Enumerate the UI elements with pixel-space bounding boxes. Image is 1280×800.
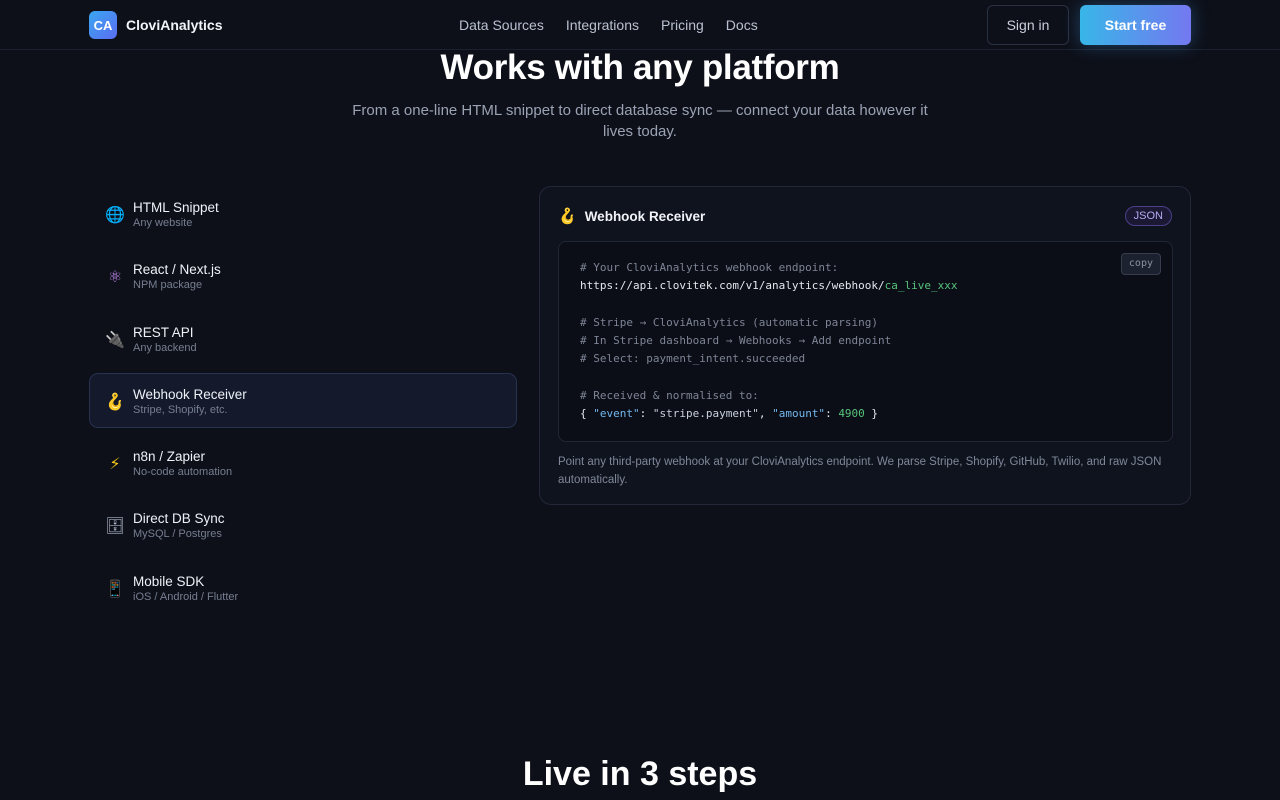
source-title: Webhook Receiver	[133, 386, 247, 402]
code-string: "stripe.payment"	[652, 407, 759, 420]
source-item-direct-db-sync[interactable]: 🗄 Direct DB Sync MySQL / Postgres	[89, 497, 517, 552]
nav-integrations[interactable]: Integrations	[566, 17, 639, 33]
main-nav: Data Sources Integrations Pricing Docs	[459, 17, 758, 33]
hook-icon: 🪝	[105, 391, 125, 411]
plug-icon: 🔌	[105, 329, 125, 349]
nav-docs[interactable]: Docs	[726, 17, 758, 33]
next-section-title: Live in 3 steps	[522, 755, 758, 793]
source-subtitle: iOS / Android / Flutter	[133, 590, 239, 603]
detail-title: Webhook Receiver	[584, 208, 706, 224]
code-token: :	[825, 407, 839, 420]
react-icon: ⚛	[107, 267, 123, 287]
source-title: REST API	[133, 324, 194, 340]
code-line: # Select: payment_intent.succeeded	[580, 352, 806, 365]
code-key: "amount"	[772, 407, 826, 420]
source-subtitle: Stripe, Shopify, etc.	[133, 403, 228, 416]
source-title: Direct DB Sync	[133, 511, 225, 527]
code-line: # Your CloviAnalytics webhook endpoint:	[580, 261, 839, 274]
code-token: {	[580, 407, 594, 420]
mobile-icon: 📱	[105, 578, 125, 598]
nav-pricing[interactable]: Pricing	[661, 17, 704, 33]
source-subtitle: Any backend	[133, 341, 197, 354]
code-line: # Received & normalised to:	[580, 389, 759, 402]
source-subtitle: Any website	[133, 217, 193, 229]
start-free-button[interactable]: Start free	[1080, 5, 1191, 45]
source-item-html-snippet[interactable]: 🌐 HTML Snippet Any website	[89, 186, 517, 241]
code-token: :	[639, 407, 653, 420]
brand-name: CloviAnalytics	[126, 17, 223, 33]
format-badge: JSON	[1124, 206, 1172, 226]
detail-header: 🪝 Webhook Receiver	[558, 207, 705, 225]
code-line: { "event": "stripe.payment", "amount": 4…	[580, 407, 878, 420]
logo-icon: CA	[89, 11, 117, 39]
source-title: React / Next.js	[133, 262, 221, 278]
code-key: "event"	[593, 407, 640, 420]
integration-detail-card: 🪝 Webhook Receiver JSON copy # Your Clov…	[539, 186, 1191, 505]
section-title: Works with any platform	[440, 48, 840, 87]
source-subtitle: NPM package	[133, 279, 203, 292]
source-item-react-nextjs[interactable]: ⚛ React / Next.js NPM package	[89, 248, 517, 303]
source-title: Mobile SDK	[133, 573, 205, 589]
code-block: copy # Your CloviAnalytics webhook endpo…	[558, 241, 1173, 442]
code-line: https://api.clovitek.com/v1/analytics/we…	[580, 279, 958, 292]
lightning-icon: ⚡	[109, 454, 121, 474]
code-line: # In Stripe dashboard → Webhooks → Add e…	[580, 334, 892, 347]
brand-link[interactable]: CA CloviAnalytics	[89, 11, 222, 39]
code-line: # Stripe → CloviAnalytics (automatic par…	[580, 316, 879, 329]
hook-icon: 🪝	[558, 207, 577, 225]
nav-data-sources[interactable]: Data Sources	[459, 17, 544, 33]
source-item-webhook-receiver[interactable]: 🪝 Webhook Receiver Stripe, Shopify, etc.	[89, 372, 517, 428]
top-navbar: CA CloviAnalytics Data Sources Integrati…	[0, 0, 1280, 50]
source-title: n8n / Zapier	[133, 449, 206, 465]
code-token: ,	[758, 407, 773, 420]
source-item-mobile-sdk[interactable]: 📱 Mobile SDK iOS / Android / Flutter	[89, 560, 517, 615]
detail-description: Point any third-party webhook at your Cl…	[558, 456, 1162, 486]
copy-button[interactable]: copy	[1120, 253, 1161, 275]
source-title: HTML Snippet	[133, 200, 219, 215]
code-token: }	[864, 407, 879, 420]
source-subtitle: No-code automation	[133, 466, 233, 479]
source-subtitle: MySQL / Postgres	[133, 528, 222, 541]
section-subtitle: From a one-line HTML snippet to direct d…	[352, 102, 928, 140]
code-api-key: ca_live_xxx	[884, 279, 958, 292]
source-list: 🌐 HTML Snippet Any website ⚛ React / Nex…	[89, 186, 517, 622]
code-url: https://api.clovitek.com/v1/analytics/we…	[580, 279, 885, 292]
globe-icon: 🌐	[105, 205, 125, 224]
code-number: 4900	[838, 407, 865, 420]
sign-in-button[interactable]: Sign in	[987, 5, 1069, 45]
source-item-rest-api[interactable]: 🔌 REST API Any backend	[89, 311, 517, 366]
source-item-n8n-zapier[interactable]: ⚡ n8n / Zapier No-code automation	[89, 435, 517, 490]
database-icon: 🗄	[104, 516, 126, 536]
